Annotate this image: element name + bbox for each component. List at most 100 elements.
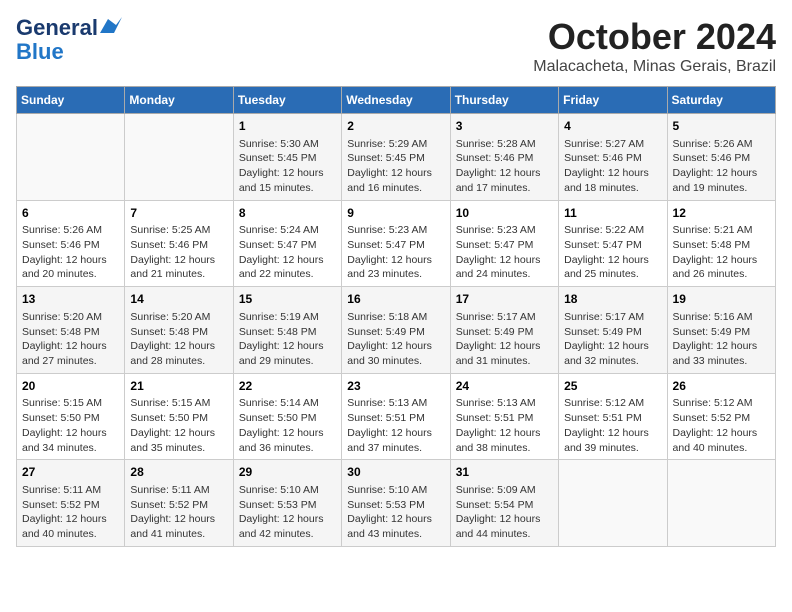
calendar-table: SundayMondayTuesdayWednesdayThursdayFrid… (16, 86, 776, 547)
day-info: Sunrise: 5:17 AMSunset: 5:49 PMDaylight:… (564, 310, 661, 369)
calendar-week-row: 20Sunrise: 5:15 AMSunset: 5:50 PMDayligh… (17, 373, 776, 460)
calendar-week-row: 27 Sunrise: 5:11 AMSunset: 5:52 PMDayligh… (17, 460, 776, 547)
day-info: Sunrise: 5:13 AMSunset: 5:51 PMDaylight:… (456, 396, 553, 455)
day-info: Sunrise: 5:15 AMSunset: 5:50 PMDaylight:… (22, 396, 119, 455)
calendar-title: October 2024 (533, 16, 776, 58)
calendar-week-row: 6Sunrise: 5:26 AMSunset: 5:46 PMDaylight… (17, 200, 776, 287)
calendar-cell: 4 Sunrise: 5:27 AMSunset: 5:46 PMDaylight… (559, 114, 667, 201)
calendar-cell: 7Sunrise: 5:25 AMSunset: 5:46 PMDaylight… (125, 200, 233, 287)
calendar-cell: 25Sunrise: 5:12 AMSunset: 5:51 PMDayligh… (559, 373, 667, 460)
day-number: 31 (456, 464, 553, 481)
calendar-cell: 30 Sunrise: 5:10 AMSunset: 5:53 PMDayligh… (342, 460, 450, 547)
day-number: 14 (130, 291, 227, 308)
day-number: 6 (22, 205, 119, 222)
day-info: Sunrise: 5:26 AMSunset: 5:46 PMDaylight:… (22, 223, 119, 282)
day-number: 4 (564, 118, 661, 135)
calendar-cell: 2 Sunrise: 5:29 AMSunset: 5:45 PMDaylight… (342, 114, 450, 201)
calendar-cell: 29 Sunrise: 5:10 AMSunset: 5:53 PMDayligh… (233, 460, 341, 547)
calendar-cell: 28Sunrise: 5:11 AMSunset: 5:52 PMDayligh… (125, 460, 233, 547)
day-number: 18 (564, 291, 661, 308)
weekday-header: Saturday (667, 87, 775, 114)
weekday-header: Thursday (450, 87, 558, 114)
title-block: October 2024 Malacacheta, Minas Gerais, … (533, 16, 776, 76)
day-info: Sunrise: 5:16 AMSunset: 5:49 PMDaylight:… (673, 310, 770, 369)
day-info: Sunrise: 5:10 AMSunset: 5:53 PMDaylight:… (239, 483, 336, 542)
calendar-cell: 8Sunrise: 5:24 AMSunset: 5:47 PMDaylight… (233, 200, 341, 287)
calendar-cell: 21Sunrise: 5:15 AMSunset: 5:50 PMDayligh… (125, 373, 233, 460)
day-number: 21 (130, 378, 227, 395)
day-number: 1 (239, 118, 336, 135)
calendar-cell: 20Sunrise: 5:15 AMSunset: 5:50 PMDayligh… (17, 373, 125, 460)
day-number: 26 (673, 378, 770, 395)
calendar-cell: 23Sunrise: 5:13 AMSunset: 5:51 PMDayligh… (342, 373, 450, 460)
calendar-cell: 27 Sunrise: 5:11 AMSunset: 5:52 PMDayligh… (17, 460, 125, 547)
day-number: 5 (673, 118, 770, 135)
calendar-week-row: 1 Sunrise: 5:30 AMSunset: 5:45 PMDaylight… (17, 114, 776, 201)
calendar-cell (17, 114, 125, 201)
logo-general: General (16, 16, 98, 40)
calendar-cell: 6Sunrise: 5:26 AMSunset: 5:46 PMDaylight… (17, 200, 125, 287)
day-info: Sunrise: 5:23 AMSunset: 5:47 PMDaylight:… (347, 223, 444, 282)
day-number: 11 (564, 205, 661, 222)
day-number: 27 (22, 464, 119, 481)
day-info: Sunrise: 5:27 AMSunset: 5:46 PMDaylight:… (564, 137, 661, 196)
day-info: Sunrise: 5:12 AMSunset: 5:52 PMDaylight:… (673, 396, 770, 455)
day-number: 20 (22, 378, 119, 395)
calendar-cell: 31 Sunrise: 5:09 AMSunset: 5:54 PMDayligh… (450, 460, 558, 547)
day-number: 29 (239, 464, 336, 481)
calendar-cell: 22Sunrise: 5:14 AMSunset: 5:50 PMDayligh… (233, 373, 341, 460)
day-number: 25 (564, 378, 661, 395)
calendar-cell: 1 Sunrise: 5:30 AMSunset: 5:45 PMDaylight… (233, 114, 341, 201)
calendar-cell: 13 Sunrise: 5:20 AMSunset: 5:48 PMDayligh… (17, 287, 125, 374)
day-number: 7 (130, 205, 227, 222)
day-number: 12 (673, 205, 770, 222)
day-info: Sunrise: 5:24 AMSunset: 5:47 PMDaylight:… (239, 223, 336, 282)
calendar-cell: 19 Sunrise: 5:16 AMSunset: 5:49 PMDayligh… (667, 287, 775, 374)
calendar-cell: 10Sunrise: 5:23 AMSunset: 5:47 PMDayligh… (450, 200, 558, 287)
page-header: General Blue October 2024 Malacacheta, M… (16, 16, 776, 76)
weekday-header: Tuesday (233, 87, 341, 114)
day-info: Sunrise: 5:18 AMSunset: 5:49 PMDaylight:… (347, 310, 444, 369)
day-info: Sunrise: 5:26 AMSunset: 5:46 PMDaylight:… (673, 137, 770, 196)
calendar-cell (667, 460, 775, 547)
day-number: 2 (347, 118, 444, 135)
day-number: 24 (456, 378, 553, 395)
weekday-header: Monday (125, 87, 233, 114)
calendar-cell: 26Sunrise: 5:12 AMSunset: 5:52 PMDayligh… (667, 373, 775, 460)
day-number: 13 (22, 291, 119, 308)
calendar-cell: 15Sunrise: 5:19 AMSunset: 5:48 PMDayligh… (233, 287, 341, 374)
logo: General Blue (16, 16, 122, 64)
day-number: 3 (456, 118, 553, 135)
day-info: Sunrise: 5:12 AMSunset: 5:51 PMDaylight:… (564, 396, 661, 455)
calendar-cell (559, 460, 667, 547)
logo-blue: Blue (16, 40, 64, 64)
day-info: Sunrise: 5:13 AMSunset: 5:51 PMDaylight:… (347, 396, 444, 455)
calendar-cell: 18 Sunrise: 5:17 AMSunset: 5:49 PMDayligh… (559, 287, 667, 374)
day-info: Sunrise: 5:29 AMSunset: 5:45 PMDaylight:… (347, 137, 444, 196)
day-number: 19 (673, 291, 770, 308)
day-number: 8 (239, 205, 336, 222)
calendar-header-row: SundayMondayTuesdayWednesdayThursdayFrid… (17, 87, 776, 114)
weekday-header: Friday (559, 87, 667, 114)
calendar-week-row: 13 Sunrise: 5:20 AMSunset: 5:48 PMDayligh… (17, 287, 776, 374)
calendar-cell: 3Sunrise: 5:28 AMSunset: 5:46 PMDaylight… (450, 114, 558, 201)
day-info: Sunrise: 5:20 AMSunset: 5:48 PMDaylight:… (130, 310, 227, 369)
day-info: Sunrise: 5:09 AMSunset: 5:54 PMDaylight:… (456, 483, 553, 542)
day-info: Sunrise: 5:23 AMSunset: 5:47 PMDaylight:… (456, 223, 553, 282)
day-info: Sunrise: 5:25 AMSunset: 5:46 PMDaylight:… (130, 223, 227, 282)
day-number: 10 (456, 205, 553, 222)
weekday-header: Sunday (17, 87, 125, 114)
day-info: Sunrise: 5:11 AMSunset: 5:52 PMDaylight:… (22, 483, 119, 542)
logo-bird-icon (100, 15, 122, 37)
day-number: 30 (347, 464, 444, 481)
day-number: 16 (347, 291, 444, 308)
day-info: Sunrise: 5:22 AMSunset: 5:47 PMDaylight:… (564, 223, 661, 282)
day-number: 28 (130, 464, 227, 481)
calendar-cell (125, 114, 233, 201)
day-info: Sunrise: 5:14 AMSunset: 5:50 PMDaylight:… (239, 396, 336, 455)
day-info: Sunrise: 5:20 AMSunset: 5:48 PMDaylight:… (22, 310, 119, 369)
weekday-header: Wednesday (342, 87, 450, 114)
calendar-cell: 11Sunrise: 5:22 AMSunset: 5:47 PMDayligh… (559, 200, 667, 287)
day-info: Sunrise: 5:30 AMSunset: 5:45 PMDaylight:… (239, 137, 336, 196)
day-info: Sunrise: 5:10 AMSunset: 5:53 PMDaylight:… (347, 483, 444, 542)
